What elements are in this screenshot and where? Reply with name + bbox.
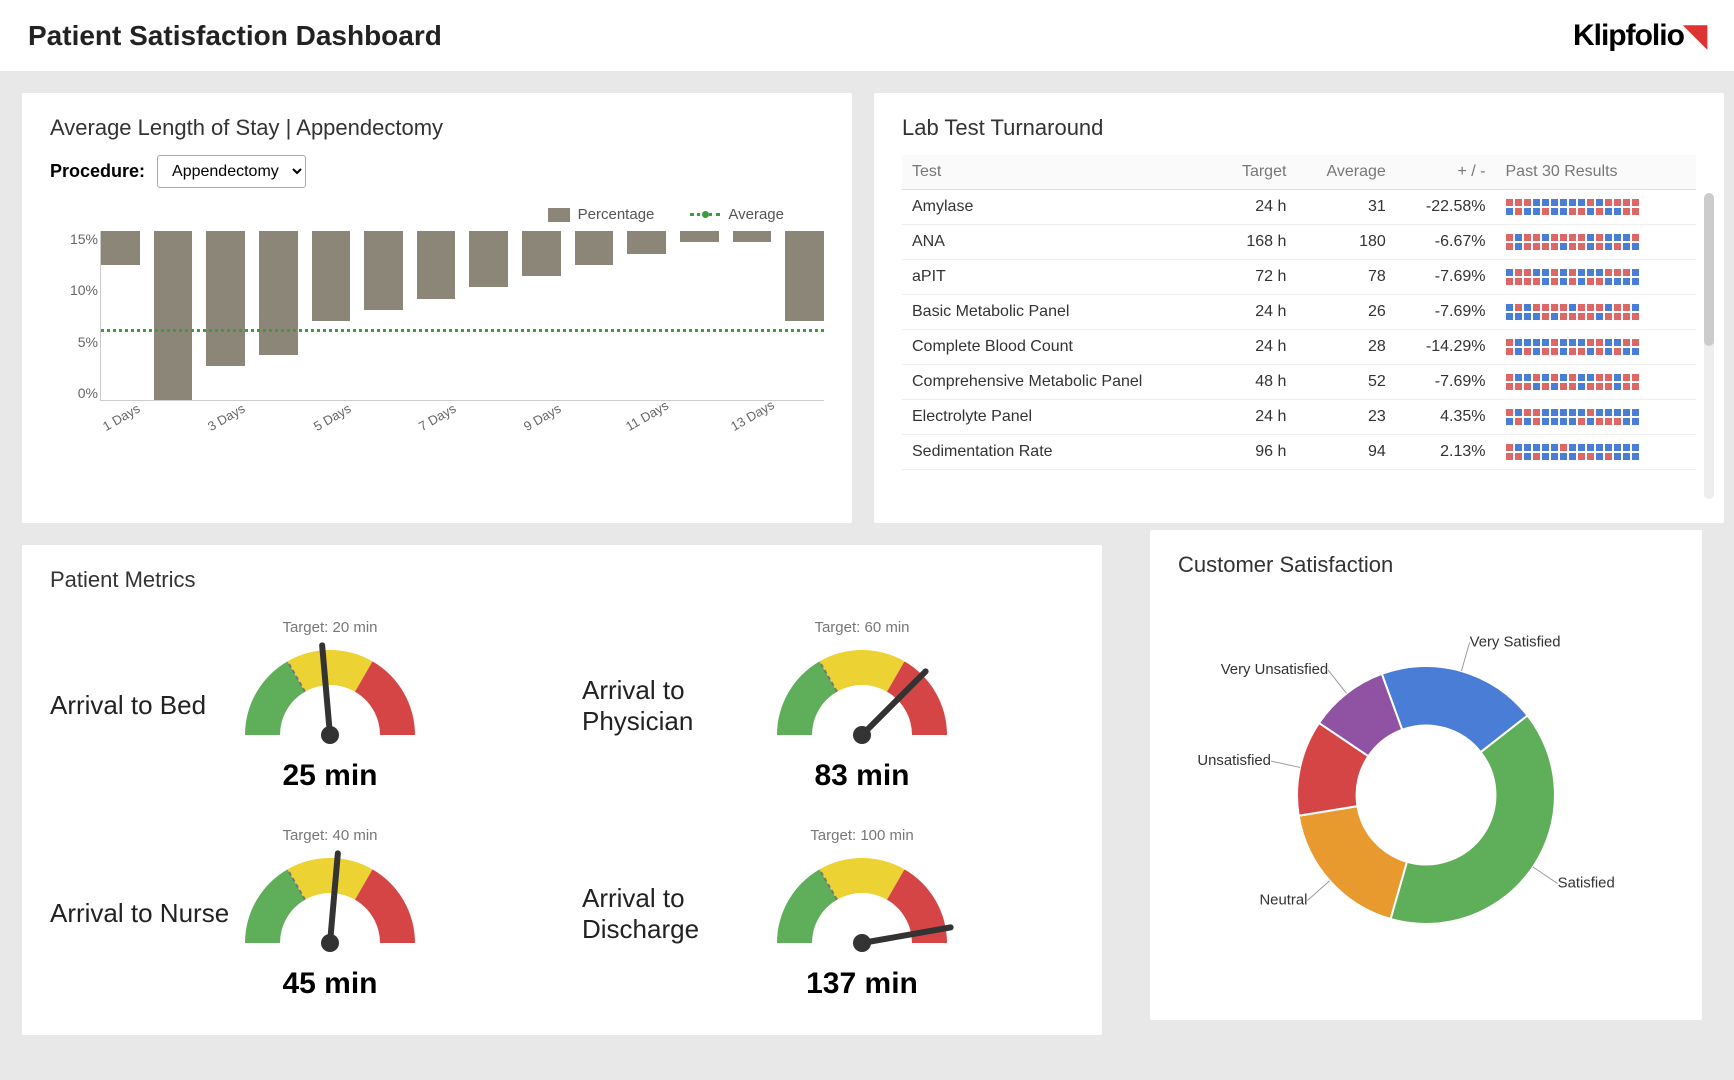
pm-target: Target: 100 min	[762, 827, 962, 844]
los-bar	[259, 231, 298, 355]
los-bar-chart: 15%10%5%0% 1 Days3 Days5 Days7 Days9 Day…	[50, 231, 824, 441]
pm-value: 25 min	[230, 759, 430, 793]
table-row: Complete Blood Count24 h28-14.29%	[902, 330, 1696, 365]
table-row: Basic Metabolic Panel24 h26-7.69%	[902, 295, 1696, 330]
patient-metrics-card: Patient Metrics Arrival to Bed Target: 20…	[22, 545, 1102, 1035]
cs-title: Customer Satisfaction	[1178, 552, 1674, 578]
svg-text:Unsatisfied: Unsatisfied	[1197, 753, 1271, 769]
los-bar	[627, 231, 666, 254]
lab-col-header: Average	[1296, 155, 1395, 190]
pm-cell: Arrival to Nurse Target: 40 min 45 min	[50, 815, 542, 1013]
los-x-label: 9 Days	[521, 401, 564, 434]
table-row: ANA168 h180-6.67%	[902, 225, 1696, 260]
procedure-select[interactable]: Appendectomy	[157, 155, 306, 188]
sparkline-icon	[1506, 234, 1646, 250]
pm-cell: Arrival to Discharge Target: 100 min 137 m…	[582, 815, 1074, 1013]
svg-text:Very Unsatisfied: Very Unsatisfied	[1221, 662, 1328, 678]
los-bar	[101, 231, 140, 265]
svg-text:Neutral: Neutral	[1259, 892, 1307, 908]
lab-col-header: + / -	[1396, 155, 1496, 190]
customer-satisfaction-card: Customer Satisfaction Very Satisfied Sati…	[1150, 530, 1702, 1020]
los-x-label: 5 Days	[311, 401, 354, 434]
svg-text:Satisfied: Satisfied	[1558, 876, 1615, 892]
percentage-swatch-icon	[548, 208, 570, 222]
los-bar	[733, 231, 772, 242]
los-title: Average Length of Stay | Appendectomy	[50, 115, 824, 141]
cs-donut-chart: Very Satisfied Satisfied Neutral Unsatisfie…	[1178, 592, 1674, 998]
procedure-label: Procedure:	[50, 161, 145, 182]
table-row: Amylase24 h31-22.58%	[902, 190, 1696, 225]
los-x-label: 1 Days	[100, 401, 143, 434]
los-x-label: 7 Days	[416, 401, 459, 434]
pm-cell: Arrival to Physician Target: 60 min 83 min	[582, 607, 1074, 805]
los-bar	[154, 231, 193, 400]
lab-table: TestTargetAverage+ / -Past 30 Results Am…	[902, 155, 1696, 470]
los-bar	[206, 231, 245, 366]
pm-value: 45 min	[230, 967, 430, 1001]
page-header: Patient Satisfaction Dashboard Klipfolio…	[0, 0, 1734, 71]
page-title: Patient Satisfaction Dashboard	[28, 20, 442, 52]
average-swatch-icon	[690, 213, 720, 216]
pm-target: Target: 40 min	[230, 827, 430, 844]
sparkline-icon	[1506, 374, 1646, 390]
pm-target: Target: 20 min	[230, 619, 430, 636]
los-x-label: 3 Days	[205, 401, 248, 434]
los-bar	[785, 231, 824, 321]
length-of-stay-card: Average Length of Stay | Appendectomy Pr…	[22, 93, 852, 523]
sparkline-icon	[1506, 444, 1646, 460]
table-row: Sedimentation Rate96 h942.13%	[902, 435, 1696, 470]
table-row: Electrolyte Panel24 h234.35%	[902, 400, 1696, 435]
gauge-icon	[230, 848, 430, 963]
lab-turnaround-card: Lab Test Turnaround TestTargetAverage+ /…	[874, 93, 1724, 523]
pm-label: Arrival to Physician	[582, 675, 762, 737]
los-bar	[680, 231, 719, 242]
pm-value: 83 min	[762, 759, 962, 793]
los-bar	[575, 231, 614, 265]
lab-col-header: Past 30 Results	[1496, 155, 1697, 190]
sparkline-icon	[1506, 199, 1646, 215]
gauge-icon	[762, 640, 962, 755]
lab-title: Lab Test Turnaround	[902, 115, 1696, 141]
los-bar	[522, 231, 561, 276]
pm-target: Target: 60 min	[762, 619, 962, 636]
brand-logo: Klipfolio◥	[1573, 18, 1706, 53]
gauge-icon	[762, 848, 962, 963]
los-bar	[417, 231, 456, 299]
sparkline-icon	[1506, 304, 1646, 320]
sparkline-icon	[1506, 409, 1646, 425]
lab-scrollbar[interactable]	[1704, 193, 1714, 499]
los-x-label: 11 Days	[623, 398, 671, 434]
sparkline-icon	[1506, 339, 1646, 355]
pm-value: 137 min	[762, 967, 962, 1001]
los-legend: Percentage Average	[50, 206, 824, 223]
pm-label: Arrival to Bed	[50, 690, 230, 721]
svg-text:Very Satisfied: Very Satisfied	[1470, 634, 1561, 650]
lab-col-header: Test	[902, 155, 1216, 190]
los-bar	[312, 231, 351, 321]
los-bar	[364, 231, 403, 310]
lab-col-header: Target	[1216, 155, 1297, 190]
sparkline-icon	[1506, 269, 1646, 285]
table-row: Comprehensive Metabolic Panel48 h52-7.69…	[902, 365, 1696, 400]
gauge-icon	[230, 640, 430, 755]
table-row: aPIT72 h78-7.69%	[902, 260, 1696, 295]
pm-title: Patient Metrics	[50, 567, 1074, 593]
los-bar	[469, 231, 508, 287]
los-x-label: 13 Days	[728, 397, 777, 434]
pm-label: Arrival to Discharge	[582, 883, 762, 945]
pm-cell: Arrival to Bed Target: 20 min 25 min	[50, 607, 542, 805]
pm-label: Arrival to Nurse	[50, 898, 230, 929]
